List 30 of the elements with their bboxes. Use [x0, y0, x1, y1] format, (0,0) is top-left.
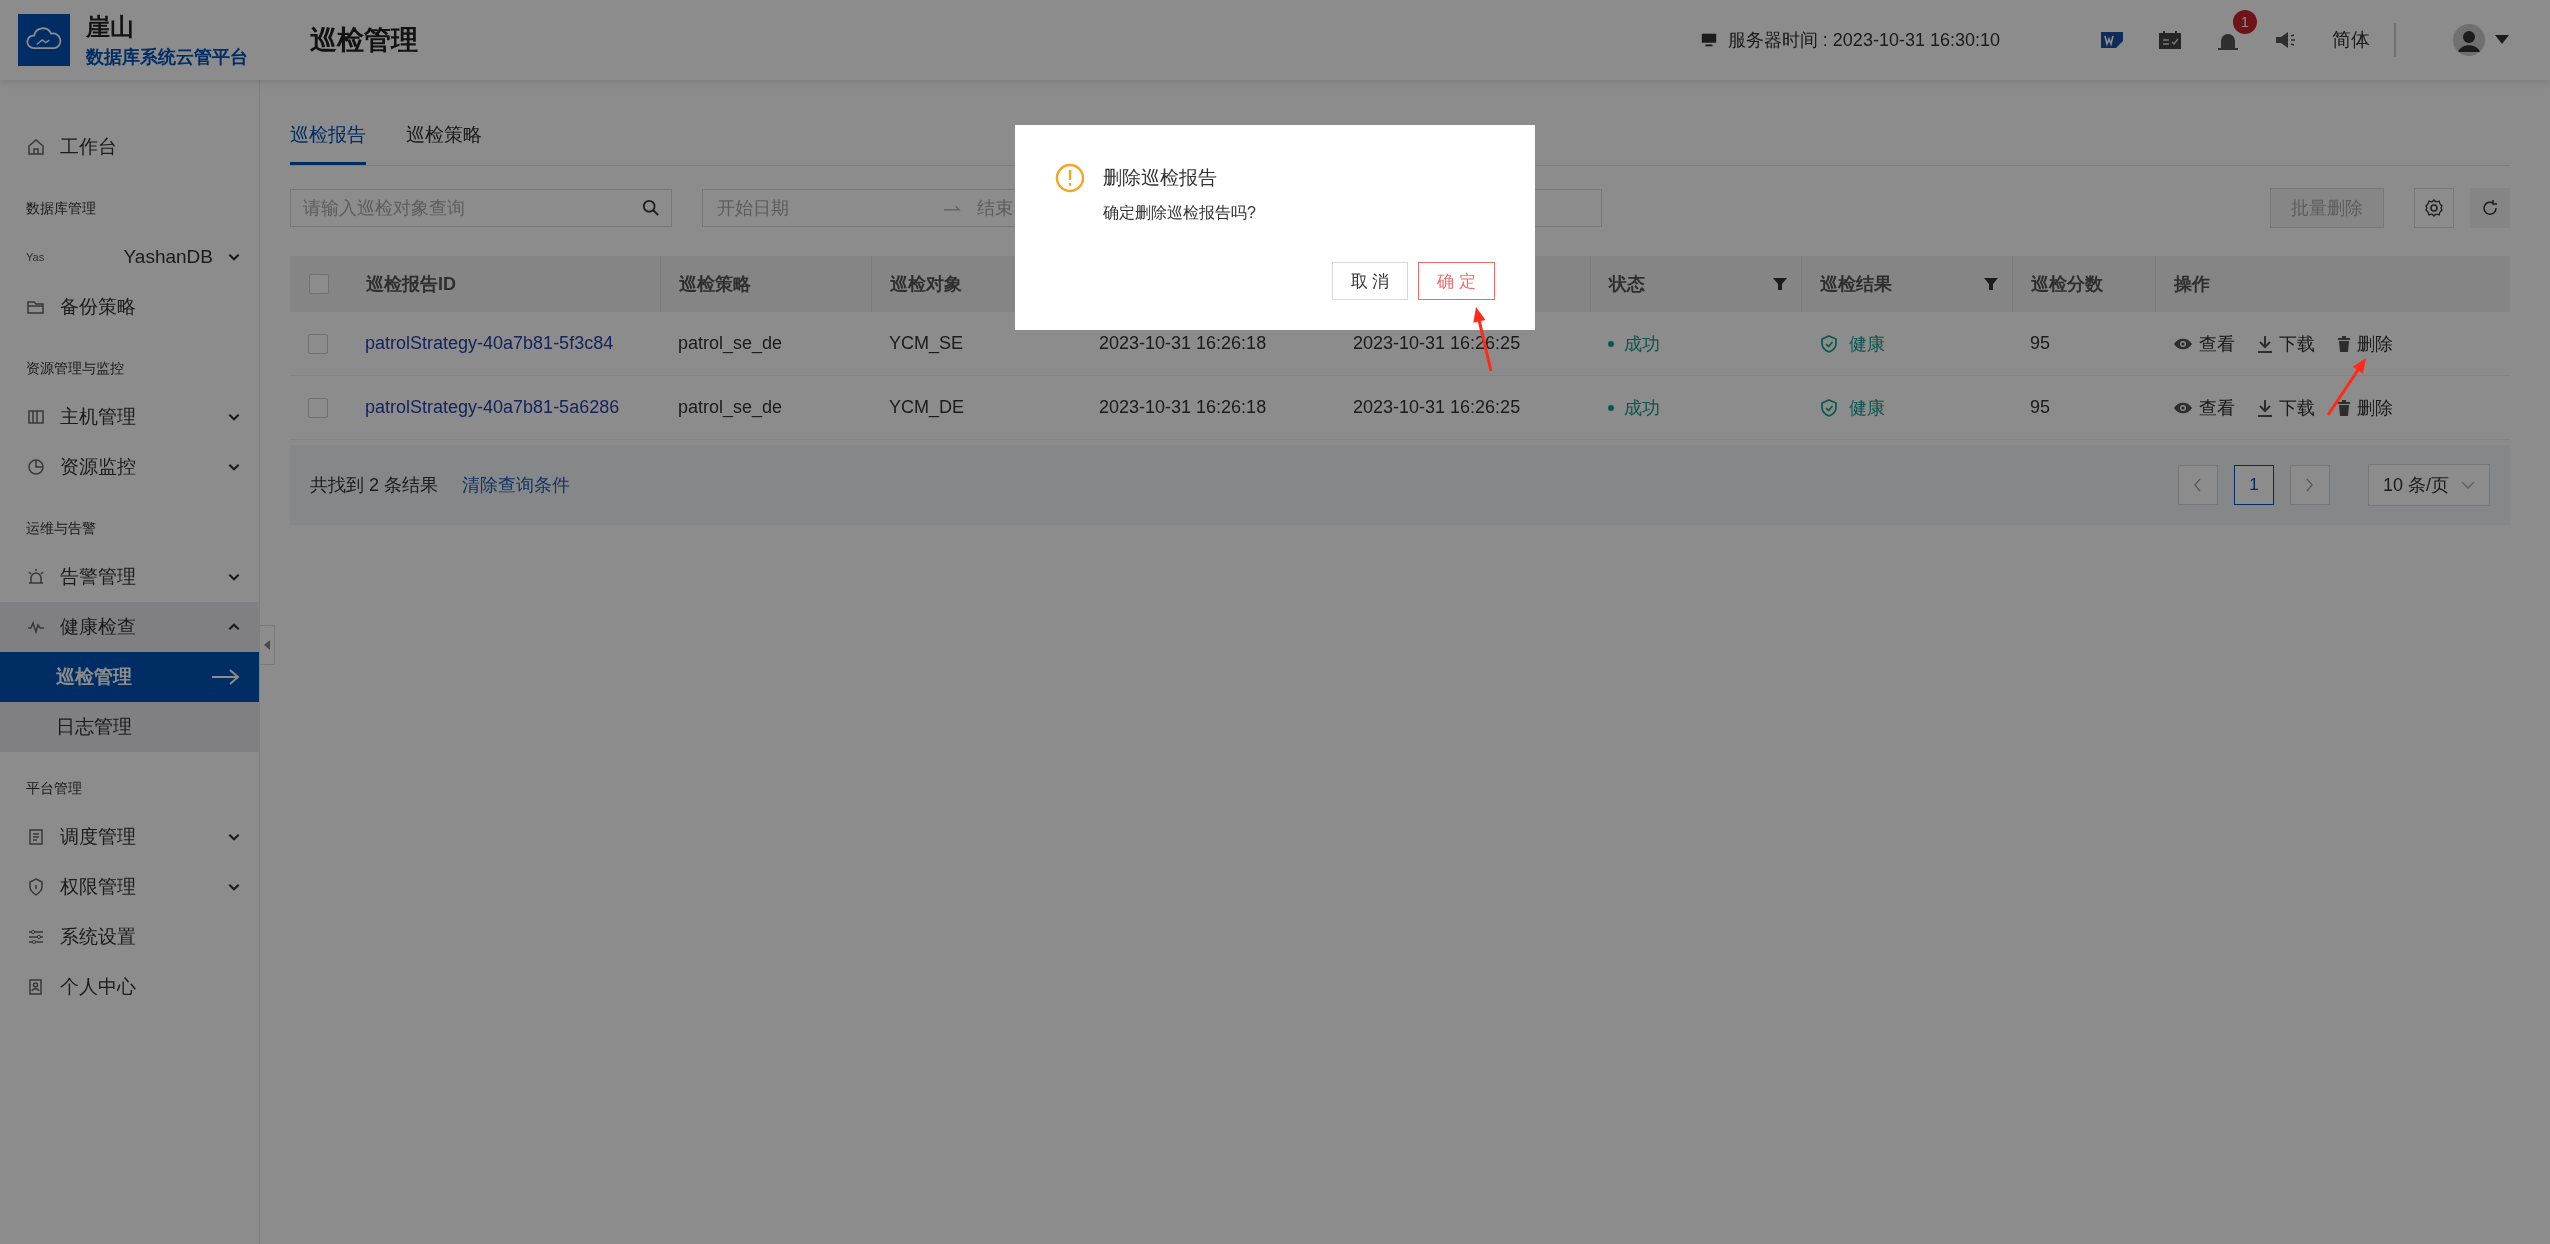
sidebar-section-label: 平台管理 — [25, 779, 83, 798]
sidebar-section-label: 运维与告警 — [25, 519, 97, 538]
table-cell: patrol_se_de — [660, 376, 871, 440]
brand-logo: Yas — [26, 251, 46, 263]
table-cell: patrol_se_de — [660, 312, 871, 376]
status-text: 成功 — [1624, 332, 1660, 356]
table-cell: 2023-10-31 16:26:25 — [1335, 376, 1590, 440]
table-cell: 95 — [2012, 376, 2155, 440]
result-text: 健康 — [1849, 396, 1885, 420]
sidebar-section-label: 数据库管理 — [25, 199, 97, 218]
column-header: 巡检策略 — [660, 256, 871, 312]
dialog-message: 确定删除巡检报告吗? — [1103, 203, 1257, 223]
notification-badge: 1 — [2233, 10, 2257, 34]
table-cell: 95 — [2012, 312, 2155, 376]
column-header: 巡检分数 — [2012, 256, 2155, 312]
column-header: 状态 — [1590, 256, 1801, 312]
table-cell: YCM_DE — [871, 376, 1081, 440]
column-header: 操作 — [2155, 256, 2510, 312]
server-time: 服务器时间 : 2023-10-31 16:30:10 — [1727, 29, 2000, 52]
brand-name: 崖山 — [86, 12, 135, 42]
status-text: 成功 — [1624, 396, 1660, 420]
column-header: 巡检结果 — [1801, 256, 2012, 312]
result-text: 健康 — [1849, 332, 1885, 356]
page-title: 巡检管理 — [310, 24, 418, 57]
brand-subtitle: 数据库系统云管平台 — [86, 46, 249, 69]
result-count: 共找到 2 条结果 — [310, 474, 439, 497]
dialog-title: 删除巡检报告 — [1103, 166, 1217, 190]
sidebar-section-label: 资源管理与监控 — [25, 359, 125, 378]
column-header: 巡检报告ID — [347, 256, 660, 312]
table-cell: 2023-10-31 16:26:18 — [1081, 376, 1335, 440]
